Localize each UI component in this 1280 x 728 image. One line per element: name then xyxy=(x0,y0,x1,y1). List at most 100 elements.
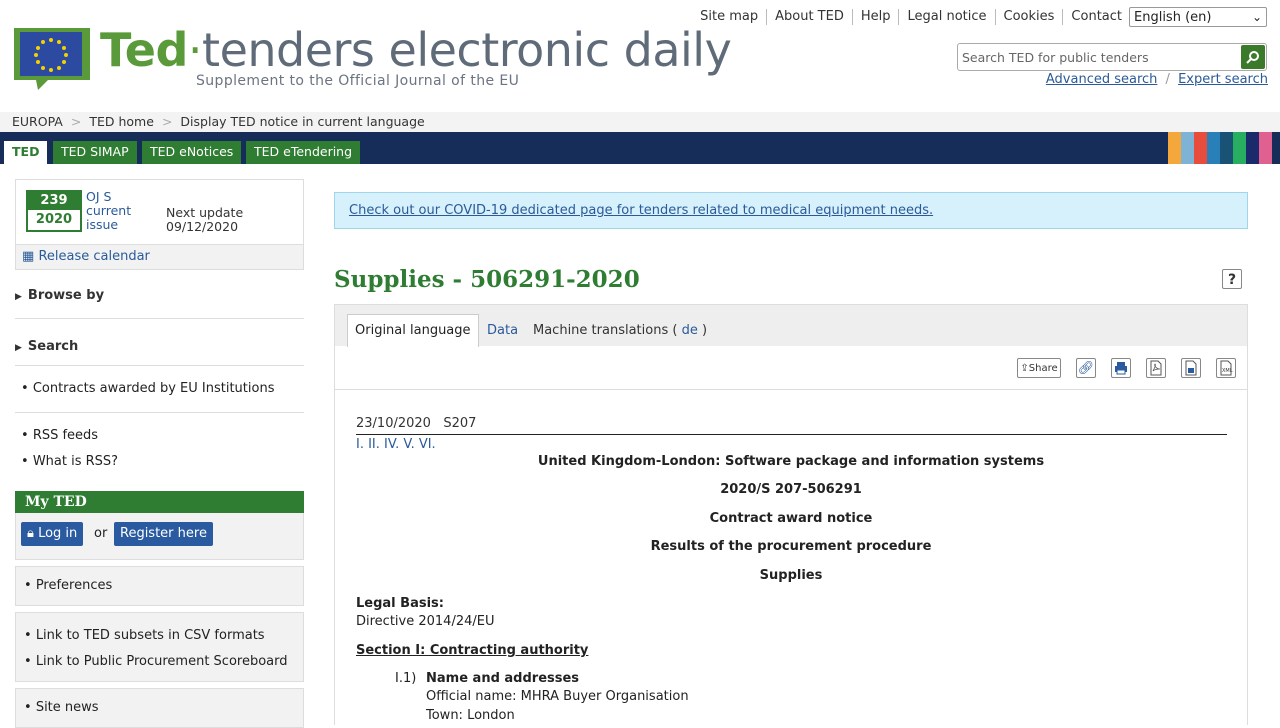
printer-icon xyxy=(1115,362,1127,375)
xml-file-icon: XML xyxy=(1220,360,1233,376)
language-value: English (en) xyxy=(1134,10,1212,25)
caret-right-icon: ▶ xyxy=(15,292,22,302)
contracts-link[interactable]: • Contracts awarded by EU Institutions xyxy=(15,376,304,402)
breadcrumb-europa[interactable]: EUROPA xyxy=(12,114,63,129)
site-news-link[interactable]: • Site news xyxy=(16,695,303,721)
search-toggle[interactable]: ▶ Search xyxy=(15,319,304,366)
notice-rule xyxy=(356,434,1227,435)
register-button[interactable]: Register here xyxy=(114,522,213,546)
notice-tabs: Original language Data Machine translati… xyxy=(334,304,1248,347)
brand-subtitle: Supplement to the Official Journal of th… xyxy=(196,73,520,89)
scoreboard-link[interactable]: • Link to Public Procurement Scoreboard xyxy=(16,649,303,675)
language-select[interactable]: English (en) ⌄ xyxy=(1129,7,1267,27)
next-update-date: 09/12/2020 xyxy=(166,219,239,234)
breadcrumb-sep-icon: > xyxy=(161,114,173,129)
notice-heading: United Kingdom-London: Software package … xyxy=(537,454,1045,469)
nav-tab-simap[interactable]: TED SIMAP xyxy=(53,141,137,164)
xml-icon[interactable]: XML xyxy=(1216,358,1236,378)
section-i1-title: Name and addresses xyxy=(426,671,580,686)
legal-basis-value: Directive 2014/24/EU xyxy=(356,614,495,629)
browse-by-toggle[interactable]: ▶ Browse by xyxy=(15,274,304,319)
covid-link[interactable]: Check out our COVID-19 dedicated page fo… xyxy=(349,203,933,218)
notice-date: 23/10/2020 xyxy=(356,416,431,431)
link-separator: / xyxy=(1165,72,1170,87)
top-link-site-map[interactable]: Site map xyxy=(692,9,766,25)
search-icon xyxy=(1246,51,1259,64)
csv-link-label: Link to TED subsets in CSV formats xyxy=(35,628,265,643)
release-calendar-link[interactable]: ▦ Release calendar xyxy=(15,245,304,270)
pdf-icon[interactable] xyxy=(1146,358,1166,378)
advanced-search-link[interactable]: Advanced search xyxy=(1046,72,1158,87)
top-link-cookies[interactable]: Cookies xyxy=(994,9,1063,25)
notice-reference: 2020/S 207-506291 xyxy=(720,482,862,497)
oj-issue-number[interactable]: 239 2020 xyxy=(26,190,82,232)
tab-data[interactable]: Data xyxy=(487,315,518,347)
main-nav: TED TED SIMAP TED eNotices TED eTenderin… xyxy=(0,132,1280,164)
notice-toolbar: ⇪ Share 🔗︎ XML xyxy=(334,346,1248,390)
breadcrumb-sep-icon: > xyxy=(70,114,82,129)
notice-series: S207 xyxy=(443,416,477,431)
search-label: Search xyxy=(27,339,79,354)
contracts-label: Contracts awarded by EU Institutions xyxy=(32,381,275,396)
oj-number: 239 xyxy=(28,192,80,210)
covid-banner: Check out our COVID-19 dedicated page fo… xyxy=(334,192,1248,229)
stripe xyxy=(1220,132,1233,164)
machine-lang-link[interactable]: de xyxy=(682,323,698,338)
help-button[interactable]: ? xyxy=(1222,269,1242,289)
contracts-section: • Contracts awarded by EU Institutions xyxy=(15,366,304,413)
oj-label[interactable]: OJ S current issue xyxy=(86,190,156,232)
release-calendar-label: Release calendar xyxy=(38,249,150,264)
csv-link[interactable]: • Link to TED subsets in CSV formats xyxy=(16,623,303,649)
official-name: Official name: MHRA Buyer Organisation xyxy=(426,689,689,704)
svg-text:XML: XML xyxy=(1222,368,1233,374)
share-button[interactable]: ⇪ Share xyxy=(1017,358,1061,378)
login-button[interactable]: 🔒︎ Log in xyxy=(21,522,84,546)
search-input[interactable]: Search TED for public tenders xyxy=(957,43,1267,71)
nav-tab-enotices[interactable]: TED eNotices xyxy=(142,141,242,164)
what-is-rss-label: What is RSS? xyxy=(32,454,119,469)
brand-ted: Ted xyxy=(100,23,188,77)
permalink-icon[interactable]: 🔗︎ xyxy=(1076,358,1096,378)
stripe xyxy=(1246,132,1259,164)
top-link-legal[interactable]: Legal notice xyxy=(898,9,994,25)
or-text: or xyxy=(94,526,108,541)
brand-title[interactable]: Ted·tenders electronic daily xyxy=(100,22,732,78)
preferences-link[interactable]: • Preferences xyxy=(16,573,303,599)
share-label: Share xyxy=(1028,362,1058,374)
oj-year: 2020 xyxy=(35,212,73,227)
machine-close: ) xyxy=(701,323,708,338)
what-is-rss-link[interactable]: • What is RSS? xyxy=(15,449,304,475)
tab-original-language[interactable]: Original language xyxy=(347,314,479,347)
share-icon: ⇪ xyxy=(1020,362,1029,374)
site-news-label: Site news xyxy=(35,700,99,715)
nav-tab-ted[interactable]: TED xyxy=(4,141,48,164)
nav-tab-etendering[interactable]: TED eTendering xyxy=(246,141,361,164)
rss-feeds-label: RSS feeds xyxy=(32,428,99,443)
color-stripes xyxy=(1168,132,1272,164)
site-header: Ted·tenders electronic daily Supplement … xyxy=(0,0,1280,112)
oj-current-issue[interactable]: 239 2020 OJ S current issue Next update … xyxy=(15,179,304,245)
eu-flag-logo[interactable] xyxy=(14,28,90,92)
top-link-help[interactable]: Help xyxy=(851,9,899,25)
legal-basis-label: Legal Basis: xyxy=(356,596,444,611)
rss-feeds-link[interactable]: • RSS feeds xyxy=(15,423,304,449)
search-links: Advanced search / Expert search xyxy=(1046,72,1268,87)
stripe xyxy=(1259,132,1272,164)
pdf-signed-icon[interactable] xyxy=(1181,358,1201,378)
breadcrumb-ted-home[interactable]: TED home xyxy=(89,114,154,129)
top-link-about[interactable]: About TED xyxy=(766,9,852,25)
tab-machine-translations[interactable]: Machine translations ( de ) xyxy=(533,315,707,347)
search-button[interactable] xyxy=(1241,45,1265,69)
next-update-label: Next update xyxy=(166,205,244,220)
print-icon[interactable] xyxy=(1111,358,1131,378)
login-area: 🔒︎ Log in or Register here xyxy=(15,513,304,560)
pdf-file-icon xyxy=(1150,360,1162,376)
top-link-contact[interactable]: Contact xyxy=(1062,9,1130,25)
section-links[interactable]: I. II. IV. V. VI. xyxy=(356,437,436,452)
page-title: Supplies - 506291-2020 xyxy=(334,266,640,293)
notice-content: 23/10/2020 S207 I. II. IV. V. VI. United… xyxy=(334,389,1248,725)
stripe xyxy=(1168,132,1181,164)
my-ted-header: My TED xyxy=(15,491,304,513)
expert-search-link[interactable]: Expert search xyxy=(1178,72,1268,87)
preferences-box: • Preferences xyxy=(15,566,304,606)
